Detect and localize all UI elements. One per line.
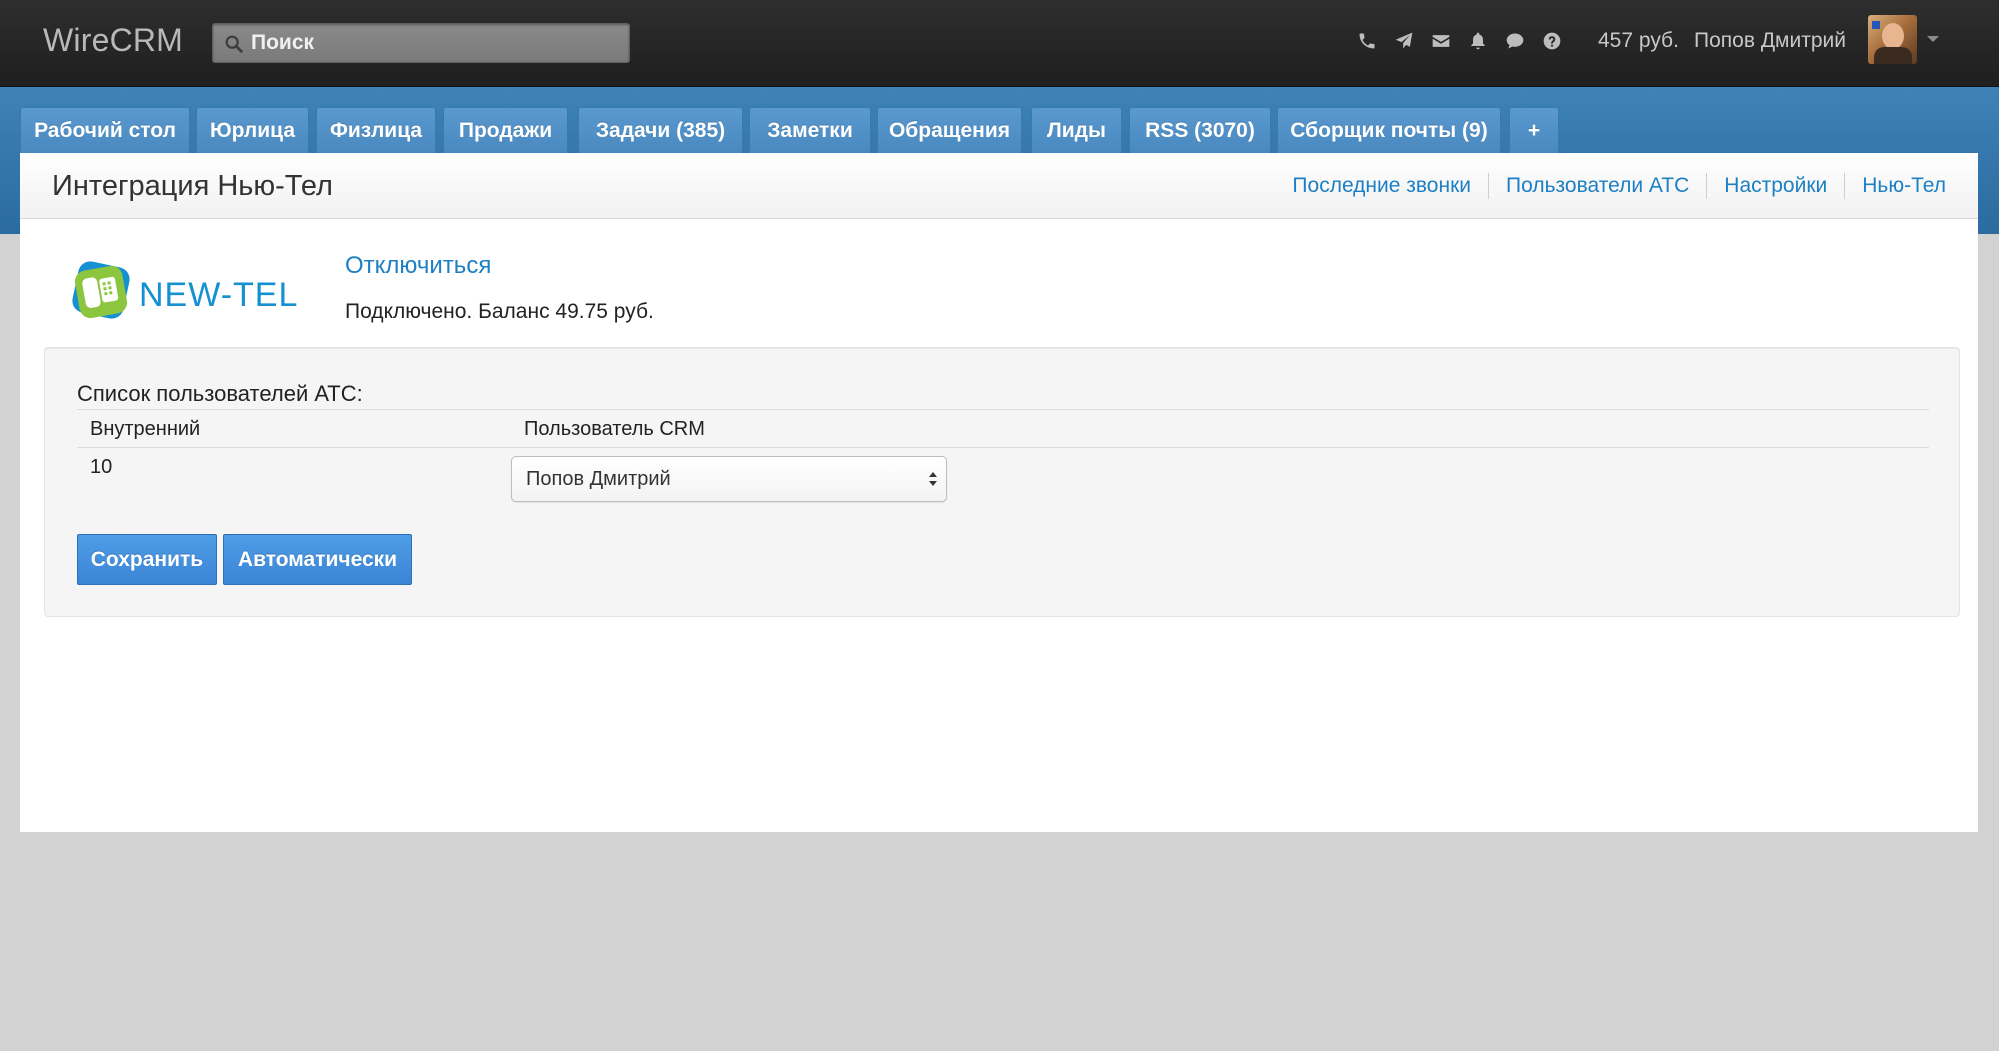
tab-mail-collector[interactable]: Сборщик почты (9): [1277, 107, 1501, 153]
search-input[interactable]: [251, 24, 621, 62]
tab-persons[interactable]: Физлица: [316, 107, 436, 153]
mail-icon[interactable]: [1422, 28, 1459, 54]
avatar-body: [1874, 47, 1912, 64]
phone-logo-icon: [72, 261, 130, 319]
sub-navigation: Последние звонки Пользователи АТС Настро…: [1275, 173, 1946, 199]
save-button[interactable]: Сохранить: [77, 534, 217, 585]
column-header-crm-user: Пользователь CRM: [524, 418, 705, 440]
tab-desktop[interactable]: Рабочий стол: [20, 107, 190, 153]
bell-icon[interactable]: [1459, 28, 1496, 54]
pbx-users-title: Список пользователей АТС:: [77, 381, 363, 406]
tab-rss[interactable]: RSS (3070): [1129, 107, 1271, 153]
account-balance[interactable]: 457 руб.: [1598, 29, 1679, 53]
user-menu-chevron-down-icon[interactable]: [1927, 36, 1939, 42]
avatar-face: [1882, 23, 1904, 49]
pbx-users-panel: Список пользователей АТС: Внутренний Пол…: [44, 347, 1960, 617]
avatar[interactable]: [1868, 15, 1917, 64]
tab-notes[interactable]: Заметки: [749, 107, 871, 153]
column-header-extension: Внутренний: [90, 418, 201, 440]
tab-requests[interactable]: Обращения: [877, 107, 1022, 153]
tab-sales[interactable]: Продажи: [443, 107, 568, 153]
help-icon[interactable]: [1533, 28, 1570, 54]
tab-tasks[interactable]: Задачи (385): [578, 107, 743, 153]
top-navbar: WireCRM 457 руб. Попов Дмитрий: [0, 0, 1999, 87]
subnav-newtel[interactable]: Нью-Тел: [1844, 173, 1946, 199]
subnav-pbx-users[interactable]: Пользователи АТС: [1488, 173, 1706, 199]
tab-add-button[interactable]: +: [1509, 107, 1559, 153]
logo-wordmark: NEW-TEL: [139, 276, 299, 314]
crm-user-select[interactable]: Попов Дмитрий: [511, 456, 947, 502]
subnav-recent-calls[interactable]: Последние звонки: [1275, 173, 1488, 199]
page-title: Интеграция Нью-Тел: [52, 170, 333, 202]
select-arrows-icon: [929, 472, 937, 486]
phone-icon[interactable]: [1348, 28, 1385, 54]
tab-leads[interactable]: Лиды: [1031, 107, 1122, 153]
user-name[interactable]: Попов Дмитрий: [1694, 29, 1846, 53]
send-icon[interactable]: [1385, 28, 1422, 54]
page-header: Интеграция Нью-Тел Последние звонки Поль…: [20, 153, 1978, 219]
disconnect-link[interactable]: Отключиться: [345, 252, 491, 280]
connection-status: Подключено. Баланс 49.75 руб.: [345, 300, 654, 323]
tab-companies[interactable]: Юрлица: [196, 107, 309, 153]
subnav-settings[interactable]: Настройки: [1706, 173, 1844, 199]
table-header-row: Внутренний Пользователь CRM: [77, 410, 1929, 447]
chat-icon[interactable]: [1496, 28, 1533, 54]
crm-user-select-value: Попов Дмитрий: [526, 468, 671, 490]
extension-number: 10: [90, 456, 113, 478]
brand-logo[interactable]: WireCRM: [43, 22, 183, 59]
newtel-logo: NEW-TEL: [65, 256, 325, 328]
pbx-users-table: Внутренний Пользователь CRM 10 Попов Дми…: [77, 409, 1929, 508]
search-icon: [225, 35, 243, 53]
table-row: 10 Попов Дмитрий: [77, 448, 1929, 508]
top-icon-bar: [1348, 28, 1570, 54]
main-panel: Интеграция Нью-Тел Последние звонки Поль…: [20, 153, 1978, 832]
auto-assign-button[interactable]: Автоматически: [223, 534, 412, 585]
avatar-detail: [1872, 21, 1880, 29]
search-box[interactable]: [212, 23, 630, 63]
